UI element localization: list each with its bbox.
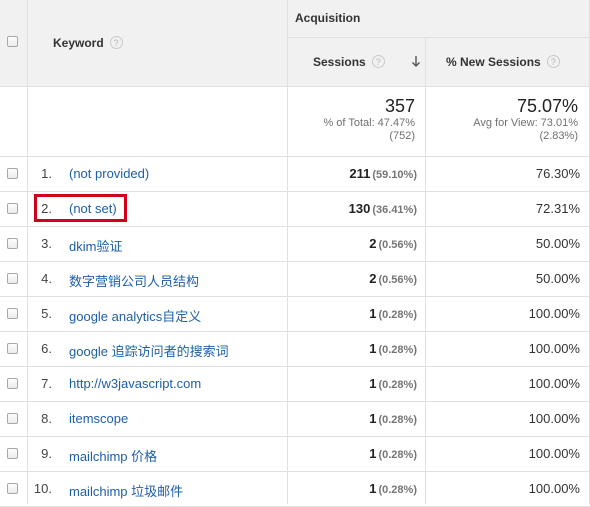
row-index: 4.: [41, 271, 52, 286]
sessions-value: 130: [348, 201, 371, 216]
row-index: 6.: [41, 341, 52, 356]
new-sessions-avg-diff: (2.83%): [539, 130, 578, 142]
sessions-share: (0.28%): [378, 309, 417, 321]
row-index: 3.: [41, 236, 52, 251]
sessions-value: 1: [369, 481, 377, 496]
keyword-link[interactable]: google analytics自定义: [69, 306, 201, 325]
row-sessions: 1 (0.28%): [369, 411, 417, 426]
row-index: 8.: [41, 411, 52, 426]
sort-descending-icon[interactable]: [411, 55, 421, 68]
sessions-share: (36.41%): [372, 204, 417, 216]
sessions-value: 2: [369, 271, 377, 286]
keyword-link[interactable]: dkim验证: [69, 236, 122, 255]
keyword-link[interactable]: mailchimp 价格: [69, 446, 157, 465]
keyword-link[interactable]: (not provided): [69, 166, 149, 181]
row-sessions: 1 (0.28%): [369, 481, 417, 496]
row-new-sessions: 100.00%: [528, 481, 580, 496]
row-sessions: 2 (0.56%): [369, 236, 417, 251]
row-sessions: 1 (0.28%): [369, 341, 417, 356]
keyword-help-icon[interactable]: ?: [109, 36, 123, 49]
select-all-checkbox[interactable]: [7, 36, 18, 47]
row-sessions: 1 (0.28%): [369, 446, 417, 461]
row-checkbox[interactable]: [7, 343, 18, 354]
sessions-value: 1: [369, 411, 377, 426]
row-index: 10.: [33, 481, 52, 496]
row-checkbox[interactable]: [7, 238, 18, 249]
row-index: 5.: [41, 306, 52, 321]
row-new-sessions: 50.00%: [535, 271, 580, 286]
sessions-share: (0.56%): [378, 274, 417, 286]
sessions-help-icon[interactable]: ?: [371, 55, 385, 68]
row-checkbox[interactable]: [7, 273, 18, 284]
sessions-share: (0.28%): [378, 449, 417, 461]
row-new-sessions: 100.00%: [528, 411, 580, 426]
new-sessions-header-label: % New Sessions: [446, 55, 541, 69]
row-new-sessions: 76.30%: [535, 166, 580, 181]
keyword-link[interactable]: itemscope: [69, 411, 128, 426]
sessions-total-site: (752): [389, 130, 415, 142]
sessions-total: 357 % of Total: 47.47% (752): [323, 96, 415, 143]
sessions-share: (0.28%): [378, 379, 417, 391]
keyword-column-header[interactable]: Keyword?: [53, 36, 123, 50]
sessions-value: 1: [369, 306, 377, 321]
sessions-value: 1: [369, 341, 377, 356]
sessions-share: (0.28%): [378, 414, 417, 426]
sessions-value: 211: [349, 166, 371, 181]
row-new-sessions: 50.00%: [535, 236, 580, 251]
row-index: 7.: [41, 376, 52, 391]
row-checkbox[interactable]: [7, 378, 18, 389]
keyword-link[interactable]: google 追踪访问者的搜索词: [69, 341, 229, 360]
row-new-sessions: 100.00%: [528, 341, 580, 356]
row-sessions: 2 (0.56%): [369, 271, 417, 286]
row-sessions: 130 (36.41%): [349, 201, 417, 216]
sessions-value: 2: [369, 236, 377, 251]
keyword-header-label: Keyword: [53, 36, 104, 50]
sessions-share: (59.10%): [372, 169, 417, 181]
row-new-sessions: 100.00%: [528, 446, 580, 461]
row-new-sessions: 100.00%: [528, 306, 580, 321]
new-sessions-total: 75.07% Avg for View: 73.01% (2.83%): [473, 96, 578, 143]
row-checkbox[interactable]: [7, 413, 18, 424]
new-sessions-help-icon[interactable]: ?: [546, 55, 560, 68]
keyword-report-table: Keyword? Acquisition Sessions? % New Ses…: [0, 0, 590, 507]
new-sessions-avg: Avg for View: 73.01%: [473, 117, 578, 129]
sessions-value: 1: [369, 376, 377, 391]
highlight-box: [34, 194, 127, 222]
new-sessions-total-value: 75.07%: [516, 96, 578, 116]
row-sessions: 211 (59.10%): [349, 166, 417, 181]
sessions-share: (0.28%): [378, 344, 417, 356]
row-new-sessions: 100.00%: [528, 376, 580, 391]
sessions-value: 1: [369, 446, 377, 461]
sessions-share: (0.28%): [378, 484, 417, 496]
sessions-column-header[interactable]: Sessions?: [313, 55, 385, 69]
row-sessions: 1 (0.28%): [369, 376, 417, 391]
row-checkbox[interactable]: [7, 203, 18, 214]
acquisition-group-header: Acquisition: [295, 11, 361, 25]
row-checkbox[interactable]: [7, 483, 18, 494]
row-new-sessions: 72.31%: [535, 201, 580, 216]
row-index: 1.: [41, 166, 52, 181]
row-sessions: 1 (0.28%): [369, 306, 417, 321]
sessions-total-value: 357: [384, 96, 415, 116]
keyword-link[interactable]: http://w3javascript.com: [69, 376, 201, 391]
row-checkbox[interactable]: [7, 448, 18, 459]
keyword-link[interactable]: 数字营销公司人员结构: [69, 271, 199, 290]
sessions-header-label: Sessions: [313, 55, 366, 69]
sessions-total-percent: % of Total: 47.47%: [323, 117, 415, 129]
keyword-link[interactable]: mailchimp 垃圾邮件: [69, 481, 183, 500]
new-sessions-column-header[interactable]: % New Sessions?: [446, 55, 560, 69]
row-index: 9.: [41, 446, 52, 461]
row-checkbox[interactable]: [7, 168, 18, 179]
sessions-share: (0.56%): [378, 239, 417, 251]
row-checkbox[interactable]: [7, 308, 18, 319]
